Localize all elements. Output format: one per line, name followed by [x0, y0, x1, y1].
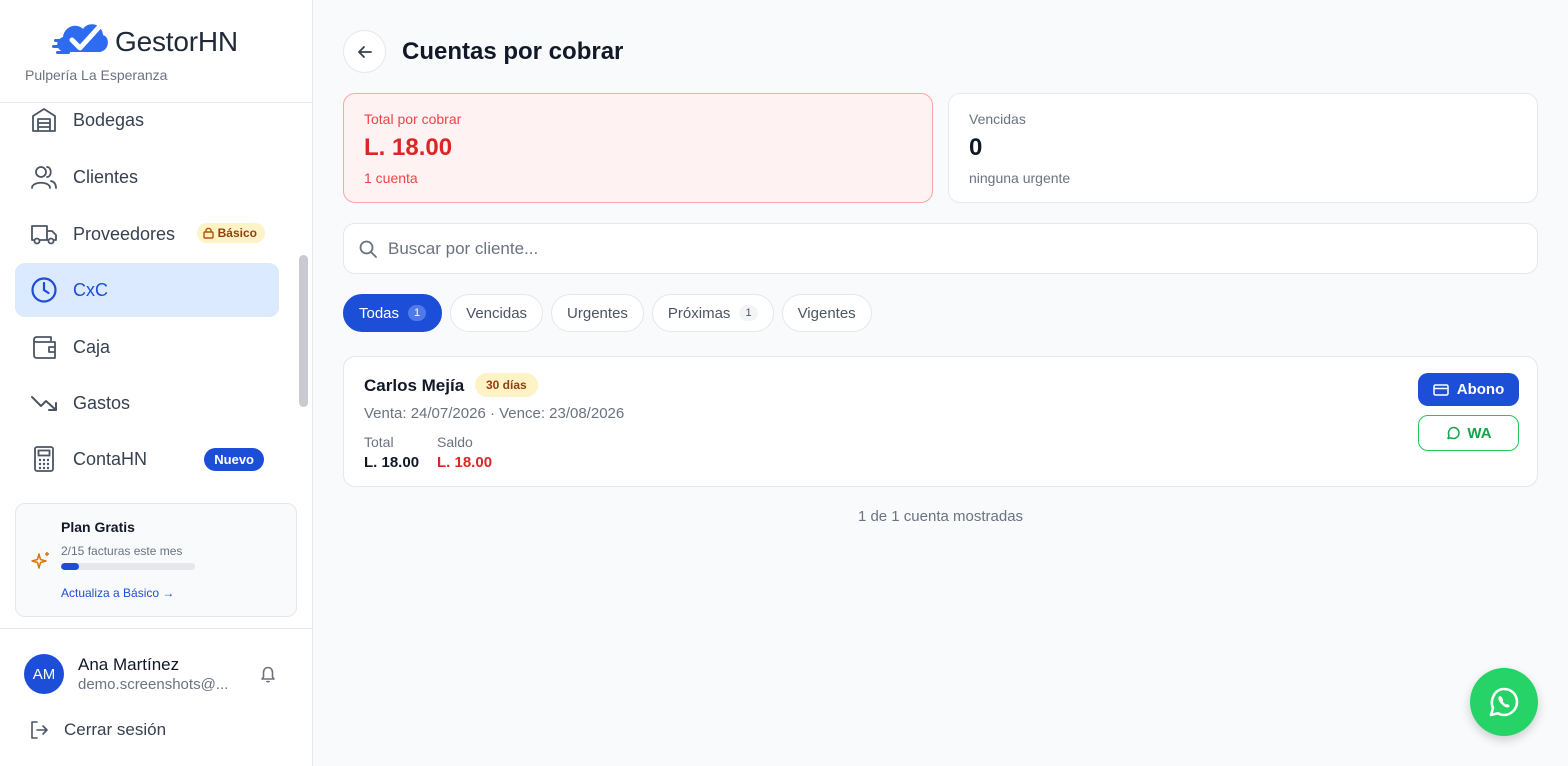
plan-title: Plan Gratis: [61, 519, 135, 535]
sidebar-item-label: Caja: [73, 336, 111, 357]
total-value: L. 18.00: [364, 454, 420, 471]
balance-value: L. 18.00: [437, 454, 493, 471]
truck-icon: [29, 219, 59, 249]
arrow-left-icon: [357, 45, 372, 58]
sidebar-item-label: Bodegas: [73, 109, 145, 130]
filter-label: Próximas: [667, 304, 731, 322]
clock-icon: [29, 275, 59, 305]
whatsapp-icon: [1489, 687, 1519, 717]
warehouse-icon: [29, 105, 59, 135]
filter-label: Vigentes: [797, 304, 856, 322]
upgrade-link[interactable]: Actualiza a Básico →: [61, 586, 174, 600]
sidebar-item-label: ContaHN: [73, 448, 148, 469]
plan-badge-basico: Básico: [196, 223, 265, 243]
gestorhn-logo: [52, 23, 108, 54]
total-receivable-value: L. 18.00: [364, 134, 453, 161]
avatar[interactable]: AM: [24, 654, 64, 694]
sidebar-item-label: Proveedores: [73, 223, 176, 244]
sidebar-item-label: Clientes: [73, 166, 139, 187]
balance-label: Saldo: [437, 434, 473, 450]
users-icon: [29, 162, 59, 192]
back-button[interactable]: [343, 30, 386, 73]
plan-card: Plan Gratis 2/15 facturas este mes Actua…: [15, 503, 297, 617]
logout-button[interactable]: Cerrar sesión: [28, 719, 166, 741]
account-card: Carlos Mejía 30 días Venta: 24/07/2026 ·…: [343, 356, 1538, 487]
logout-icon: [31, 721, 48, 739]
page-title: Cuentas por cobrar: [402, 38, 624, 65]
sidebar-item-clientes[interactable]: Clientes: [15, 150, 279, 204]
filter-vigentes[interactable]: Vigentes: [781, 294, 872, 332]
client-name: Carlos Mejía: [364, 376, 465, 395]
sidebar: GestorHN Pulpería La Esperanza Bodegas C…: [0, 0, 313, 766]
plan-usage-fill: [61, 563, 79, 570]
filter-vencidas[interactable]: Vencidas: [450, 294, 544, 332]
filter-count: 1: [408, 305, 427, 321]
term-badge: 30 días: [475, 373, 538, 397]
search-box: [343, 223, 1538, 274]
overdue-label: Vencidas: [969, 111, 1026, 127]
whatsapp-button[interactable]: WA: [1418, 415, 1519, 451]
sidebar-item-bodegas[interactable]: Bodegas: [15, 103, 279, 147]
search-icon: [359, 240, 377, 258]
plan-usage: 2/15 facturas este mes: [61, 544, 183, 558]
total-receivable-label: Total por cobrar: [364, 111, 462, 127]
message-circle-icon: [1447, 426, 1461, 440]
filter-tabs: Todas 1 Vencidas Urgentes Próximas 1 Vig…: [343, 294, 872, 332]
brand-header: GestorHN Pulpería La Esperanza: [0, 0, 312, 103]
calculator-icon: [29, 444, 59, 474]
new-badge: Nuevo: [204, 448, 264, 471]
filter-urgentes[interactable]: Urgentes: [551, 294, 644, 332]
total-receivable-sub: 1 cuenta: [364, 170, 418, 186]
search-input[interactable]: [388, 236, 1488, 262]
filter-todas[interactable]: Todas 1: [343, 294, 443, 332]
overdue-value: 0: [969, 134, 983, 161]
sidebar-scrollbar-thumb[interactable]: [299, 255, 308, 407]
user-panel: AM Ana Martínez demo.screenshots@... Cer…: [0, 628, 312, 766]
business-name: Pulpería La Esperanza: [25, 67, 168, 83]
whatsapp-label: WA: [1467, 424, 1492, 442]
account-dates: Venta: 24/07/2026 · Vence: 23/08/2026: [364, 405, 625, 422]
sidebar-nav: Bodegas Clientes Proveedores Básico CxC: [0, 103, 296, 502]
abono-label: Abono: [1456, 381, 1505, 398]
bell-icon[interactable]: [258, 664, 278, 684]
filter-proximas[interactable]: Próximas 1: [651, 294, 774, 332]
sidebar-item-caja[interactable]: Caja: [15, 320, 279, 374]
sidebar-item-label: CxC: [73, 279, 108, 300]
plan-usage-bar: [61, 563, 195, 570]
total-receivable-card: Total por cobrar L. 18.00 1 cuenta: [343, 93, 933, 203]
sidebar-item-gastos[interactable]: Gastos: [15, 376, 279, 430]
abono-button[interactable]: Abono: [1418, 373, 1519, 406]
filter-label: Vencidas: [466, 304, 528, 322]
sidebar-item-label: Gastos: [73, 392, 131, 413]
whatsapp-fab[interactable]: [1470, 668, 1538, 736]
sidebar-item-cxc[interactable]: CxC: [15, 263, 279, 317]
trending-down-icon: [29, 388, 59, 418]
brand-name: GestorHN: [115, 26, 238, 57]
wallet-icon: [29, 332, 59, 362]
overdue-sub: ninguna urgente: [969, 170, 1071, 186]
logout-label: Cerrar sesión: [64, 720, 167, 739]
sparkles-icon: [31, 552, 49, 569]
badge-label: Básico: [217, 226, 257, 240]
credit-card-icon: [1433, 383, 1449, 396]
overdue-card: Vencidas 0 ninguna urgente: [948, 93, 1538, 203]
total-label: Total: [364, 434, 394, 450]
sidebar-item-proveedores[interactable]: Proveedores Básico: [15, 207, 279, 261]
lock-icon: [202, 227, 214, 239]
sidebar-item-contahn[interactable]: ContaHN Nuevo: [15, 432, 279, 486]
user-email: demo.screenshots@...: [78, 676, 229, 693]
user-name: Ana Martínez: [78, 655, 180, 674]
filter-label: Todas: [359, 304, 400, 322]
filter-count: 1: [739, 305, 758, 321]
filter-label: Urgentes: [567, 304, 628, 322]
results-count: 1 de 1 cuenta mostradas: [857, 508, 1024, 525]
